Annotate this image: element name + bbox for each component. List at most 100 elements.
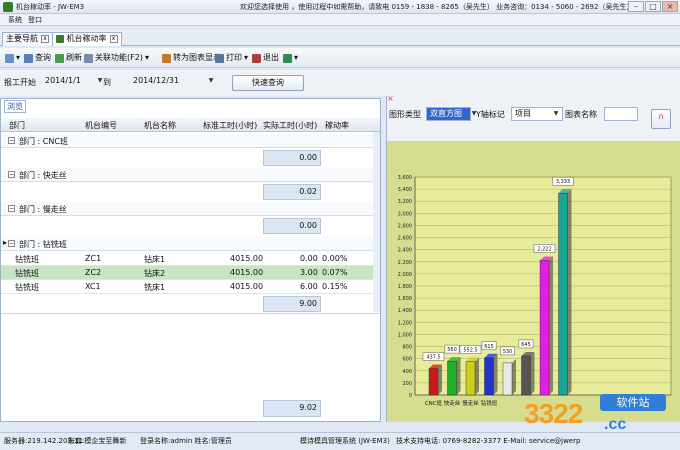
data-label: 530 [503, 349, 513, 355]
y-tick-label: 2,600 [398, 236, 412, 242]
y-tick-label: 3,600 [398, 175, 412, 181]
bar [465, 361, 476, 396]
chart-panel: × 图形类型 双直方图 ▼ Y轴标记 项目 ▼ 图表名称 ∩ 3,600 3,400 3… [386, 94, 680, 422]
watermark-logo: 3322 [524, 398, 583, 429]
table-row[interactable]: 钻铣班 ZC1 钻床1 4015.00 0.00 0.00% [1, 252, 380, 266]
menu-item-logout[interactable]: 登口 [28, 15, 42, 25]
chart-type-select[interactable]: 双直方图 ▼ [426, 107, 476, 121]
quick-query-button[interactable]: 快速查询 [232, 75, 304, 91]
group-subtotal: 0.02 [263, 184, 321, 200]
group-subtotal: 0.00 [263, 150, 321, 166]
vertical-scrollbar[interactable] [373, 132, 380, 312]
title-bar: 机台稼动率 - JW-EM3 欢迎您选择使用 ，使用过程中如需帮助，请致电 01… [0, 0, 680, 14]
y-tick-label: 400 [402, 369, 412, 375]
system-name: 模诗模具管理系统 (JW-EM3) [300, 437, 390, 445]
expand-icon[interactable]: − [8, 205, 15, 212]
column-header[interactable]: 实际工时(小时) [263, 120, 317, 131]
y-tick-label: 2,400 [398, 248, 412, 254]
query-button[interactable]: 查询 [24, 51, 51, 65]
to-label: 到 [103, 78, 111, 87]
bar [484, 357, 494, 396]
chevron-down-icon: ▼ [208, 77, 214, 84]
start-label: 报工开始 [4, 78, 36, 87]
data-label: 3,333 [556, 179, 570, 185]
grid-divider [1, 313, 380, 314]
maximize-icon[interactable]: □ [645, 1, 661, 12]
chart-area: 3,600 3,400 3,200 3,000 2,800 2,600 2,400 2,200… [387, 141, 680, 422]
support-info: 技术支持电话: 0769-8282-3377 E-Mail: service@j… [396, 437, 581, 445]
y-tick-label: 1,000 [398, 332, 412, 338]
filter-bar: 报工开始 2014/1/1 ▼ 到 2014/12/31 ▼ 快速查询 [0, 70, 680, 96]
column-header[interactable]: 部门 [9, 120, 25, 131]
current-row-indicator: ▸ [3, 238, 8, 247]
home-button[interactable]: ▾ [5, 51, 20, 65]
data-label: 2,222 [537, 246, 551, 252]
start-date-field[interactable]: 2014/1/1 ▼ [42, 75, 106, 89]
tab-browse[interactable]: 浏览 [4, 100, 26, 113]
y-tick-label: 1,800 [398, 284, 412, 290]
exit-button[interactable]: 退出 [252, 51, 279, 65]
menu-item-system[interactable]: 系统 [8, 15, 22, 25]
machine-icon [56, 34, 64, 43]
x-tick-label: 慢走丝 [462, 399, 479, 407]
extra-button[interactable]: ▾ [283, 51, 298, 65]
column-header[interactable]: 机台名称 [144, 120, 176, 131]
related-functions-button[interactable]: 关联功能(F2) ▾ [84, 51, 149, 65]
magnet-icon: ∩ [658, 112, 664, 121]
refresh-button[interactable]: 刷新 [55, 51, 82, 65]
y-axis-select[interactable]: 项目 ▼ [511, 107, 563, 121]
expand-icon[interactable]: − [8, 137, 15, 144]
to-chart-button[interactable]: 转为图表显示 [162, 51, 221, 65]
chart-name-input[interactable] [604, 107, 638, 121]
column-header[interactable]: 稼动率 [325, 120, 349, 131]
data-label: 437.5 [426, 355, 440, 361]
y-tick-label: 800 [402, 345, 412, 351]
close-tab-icon[interactable]: x [109, 34, 118, 43]
x-tick-label: CNC班 [425, 399, 443, 407]
document-tabs: 主要导航 x 机台稼动率 x [0, 30, 680, 46]
data-label: 552.5 [463, 348, 477, 354]
menu-bar: 系统 登口 [0, 14, 680, 26]
bar-side [456, 357, 461, 395]
expand-icon[interactable]: − [8, 240, 15, 247]
expand-icon[interactable]: − [8, 171, 15, 178]
gem-icon [283, 53, 292, 63]
bar-side [438, 364, 442, 395]
group-row[interactable]: − 部门 : 慢走丝 [1, 202, 380, 216]
bar [447, 360, 457, 396]
group-row[interactable]: ▸ − 部门 : 钻铣班 [1, 237, 380, 251]
status-bar: 服务器:219.142.203.11 账套:模企宝至舞新 登录名称:admin … [0, 432, 680, 450]
tab-machine-utilization[interactable]: 机台稼动率 x [52, 32, 122, 46]
data-grid-panel: 浏览 部门 机台编号 机台名称 标准工时(小时) 实际工时(小时) 稼动率 − 部… [0, 98, 381, 422]
bar-side [475, 357, 479, 395]
column-header[interactable]: 机台编号 [85, 120, 117, 131]
bar [428, 368, 439, 396]
y-tick-label: 3,400 [398, 187, 412, 193]
close-tab-icon[interactable]: x [41, 34, 49, 43]
data-label: 645 [521, 342, 531, 348]
print-button[interactable]: 打印 ▾ [215, 51, 248, 65]
group-row[interactable]: − 部门 : CNC班 [1, 134, 380, 148]
minimize-icon[interactable]: – [628, 1, 644, 12]
tab-main-nav[interactable]: 主要导航 x [2, 32, 53, 46]
column-header[interactable]: 标准工时(小时) [203, 120, 257, 131]
toolbar: ▾ 查询 刷新 关联功能(F2) ▾ 转为图表显示 打印 ▾ 退出 ▾ [0, 48, 680, 68]
close-icon[interactable]: × [662, 1, 678, 12]
close-panel-icon[interactable]: × [387, 94, 394, 103]
group-row[interactable]: − 部门 : 快走丝 [1, 168, 380, 182]
bar-side [549, 256, 553, 395]
chart-icon [162, 53, 171, 63]
y-tick-label: 200 [402, 381, 412, 387]
table-row[interactable]: 钻铣班 ZC2 钻床2 4015.00 3.00 0.07% [1, 266, 380, 280]
bar [539, 260, 550, 396]
chart-settings-button[interactable]: ∩ [651, 109, 671, 129]
table-row[interactable]: 钻铣班 XC1 铣床1 4015.00 6.00 0.15% [1, 280, 380, 294]
end-date-field[interactable]: 2014/12/31 ▼ [130, 75, 220, 89]
user-info: 登录名称:admin 姓名:管理员 [140, 437, 232, 445]
y-tick-label: 3,200 [398, 199, 412, 205]
x-tick-label: 快走丝 [444, 399, 461, 407]
group-subtotal: 9.00 [263, 296, 321, 312]
chevron-down-icon: ▼ [553, 110, 559, 117]
home-icon [5, 53, 14, 63]
data-label: 615 [484, 344, 494, 350]
